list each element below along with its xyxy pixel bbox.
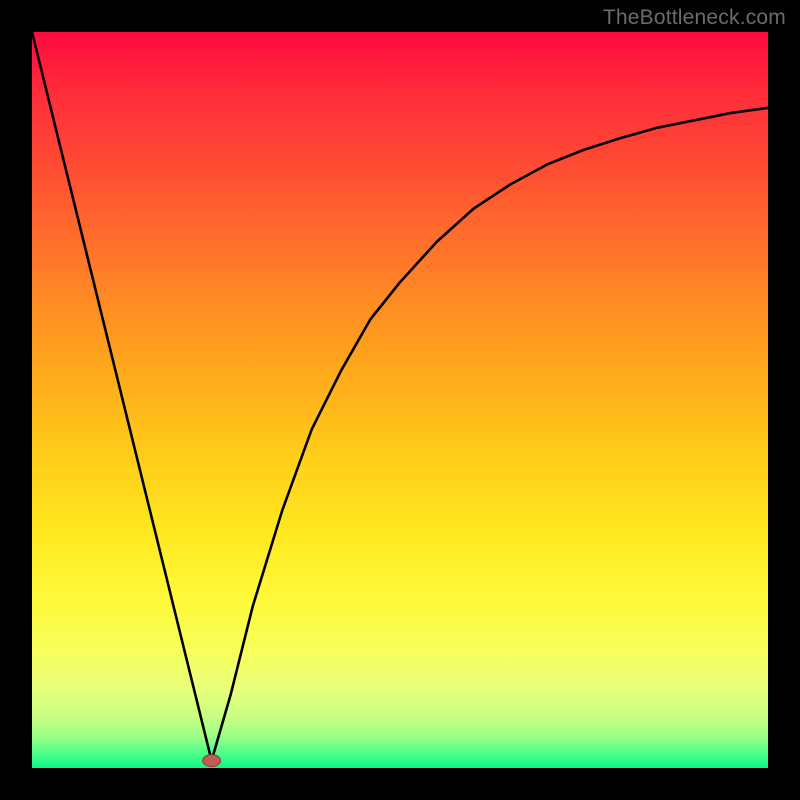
curve-group xyxy=(32,32,768,761)
plot-area xyxy=(32,32,768,768)
attribution-label: TheBottleneck.com xyxy=(603,6,786,30)
chart-svg xyxy=(32,32,768,768)
chart-frame: TheBottleneck.com xyxy=(0,0,800,800)
curve-right-branch xyxy=(212,108,768,761)
curve-left-branch xyxy=(32,32,212,761)
minimum-marker xyxy=(203,755,221,767)
